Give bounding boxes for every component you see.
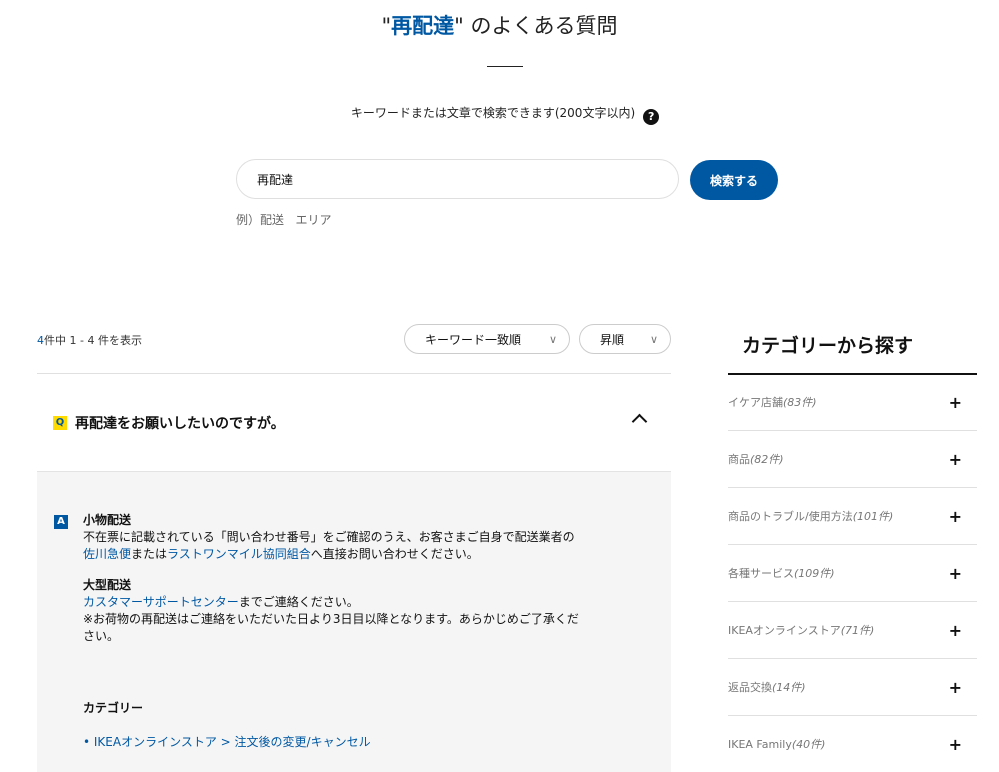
sidebar-item-label: 各種サービス(109件) bbox=[728, 567, 835, 580]
sagawa-link[interactable]: 佐川急便 bbox=[83, 547, 131, 561]
result-total: 4 bbox=[37, 334, 44, 347]
plus-icon: + bbox=[948, 734, 962, 754]
small-delivery-mid: または bbox=[131, 547, 168, 561]
search-hint-text: キーワードまたは文章で検索できます(200文字以内) bbox=[350, 106, 636, 120]
sidebar-item-label: IKEA Family(40件) bbox=[728, 738, 826, 751]
example-prefix: 例） bbox=[236, 213, 261, 227]
page-title: "再配達" のよくある質問 bbox=[0, 10, 999, 40]
sort-by-select[interactable]: キーワード一致順 ∨ bbox=[404, 324, 570, 354]
title-open-quote: " bbox=[381, 14, 392, 38]
large-delivery-line: カスタマーサポートセンターまでご連絡ください。 bbox=[83, 594, 623, 611]
example-link-delivery[interactable]: 配送 bbox=[260, 213, 284, 227]
plus-icon: + bbox=[948, 563, 962, 583]
sidebar-item-label: 商品のトラブル/使用方法(101件) bbox=[728, 510, 894, 523]
sidebar-item-ikea-stores[interactable]: イケア店舗(83件) + bbox=[728, 374, 977, 431]
answer-category-heading: カテゴリー bbox=[83, 701, 144, 715]
last-one-mile-link[interactable]: ラストワンマイル協同組合 bbox=[167, 547, 311, 561]
result-count: 4件中 1 - 4 件を表示 bbox=[37, 332, 142, 348]
sort-order-value: 昇順 bbox=[600, 332, 625, 347]
faq-question-text: 再配達をお願いしたいのですが。 bbox=[75, 415, 285, 432]
help-icon[interactable]: ? bbox=[643, 109, 660, 125]
sidebar-item-label: IKEAオンラインストア(71件) bbox=[728, 624, 875, 637]
customer-support-link[interactable]: カスタマーサポートセンター bbox=[83, 595, 239, 609]
sidebar-item-services[interactable]: 各種サービス(109件) + bbox=[728, 545, 977, 602]
sidebar-item-label: 商品(82件) bbox=[728, 453, 784, 466]
faq-answer-panel: A 小物配送 不在票に記載されている「問い合わせ番号」をご確認のうえ、お客さまご… bbox=[37, 471, 671, 772]
sort-by-value: キーワード一致順 bbox=[425, 332, 522, 347]
search-examples: 例）配送 エリア bbox=[236, 211, 332, 228]
title-divider bbox=[487, 66, 523, 67]
sidebar-item-online-store[interactable]: IKEAオンラインストア(71件) + bbox=[728, 602, 977, 659]
search-input[interactable] bbox=[236, 159, 679, 199]
faq-answer-body: 小物配送 不在票に記載されている「問い合わせ番号」をご確認のうえ、お客さまご自身… bbox=[83, 512, 623, 645]
title-rest: " のよくある質問 bbox=[454, 14, 618, 38]
chevron-up-icon bbox=[631, 413, 648, 430]
answer-badge: A bbox=[54, 515, 68, 529]
plus-icon: + bbox=[948, 620, 962, 640]
small-delivery-heading: 小物配送 bbox=[83, 513, 132, 527]
plus-icon: + bbox=[948, 677, 962, 697]
chevron-down-icon: ∨ bbox=[649, 332, 658, 346]
sidebar-item-label: 返品交換(14件) bbox=[728, 681, 806, 694]
small-delivery-line1: 不在票に記載されている「問い合わせ番号」をご確認のうえ、お客さまご自身で配送業者… bbox=[83, 530, 575, 544]
plus-icon: + bbox=[948, 506, 962, 526]
small-delivery-line2: 佐川急便またはラストワンマイル協同組合へ直接お問い合わせください。 bbox=[83, 546, 623, 563]
sidebar-heading: カテゴリーから探す bbox=[742, 335, 914, 357]
sidebar-item-product-trouble[interactable]: 商品のトラブル/使用方法(101件) + bbox=[728, 488, 977, 545]
search-button[interactable]: 検索する bbox=[690, 160, 778, 200]
sort-order-select[interactable]: 昇順 ∨ bbox=[579, 324, 671, 354]
result-count-suffix: 件中 1 - 4 件を表示 bbox=[44, 334, 142, 347]
large-delivery-heading: 大型配送 bbox=[83, 578, 132, 592]
title-keyword: 再配達 bbox=[391, 14, 455, 38]
small-delivery-end: へ直接お問い合わせください。 bbox=[310, 547, 479, 561]
redelivery-note-line1: ※お荷物の再配送はご連絡をいただいた日より3日目以降となります。あらかじめご了承… bbox=[83, 612, 579, 626]
sidebar-item-returns[interactable]: 返品交換(14件) + bbox=[728, 659, 977, 716]
plus-icon: + bbox=[948, 449, 962, 469]
question-badge: Q bbox=[53, 415, 67, 430]
redelivery-note-line2: さい。 bbox=[83, 629, 120, 643]
faq-question-toggle[interactable]: Q 再配達をお願いしたいのですが。 bbox=[37, 374, 671, 471]
plus-icon: + bbox=[948, 392, 962, 412]
sidebar-item-products[interactable]: 商品(82件) + bbox=[728, 431, 977, 488]
search-hint: キーワードまたは文章で検索できます(200文字以内)? bbox=[0, 104, 999, 125]
chevron-down-icon: ∨ bbox=[548, 332, 557, 346]
sidebar-item-ikea-family[interactable]: IKEA Family(40件) + bbox=[728, 716, 977, 772]
example-link-area[interactable]: エリア bbox=[295, 213, 331, 227]
sidebar-item-label: イケア店舗(83件) bbox=[728, 396, 817, 409]
large-delivery-end: までご連絡ください。 bbox=[238, 595, 359, 609]
answer-category-link[interactable]: • IKEAオンラインストア > 注文後の変更/キャンセル bbox=[83, 733, 371, 750]
